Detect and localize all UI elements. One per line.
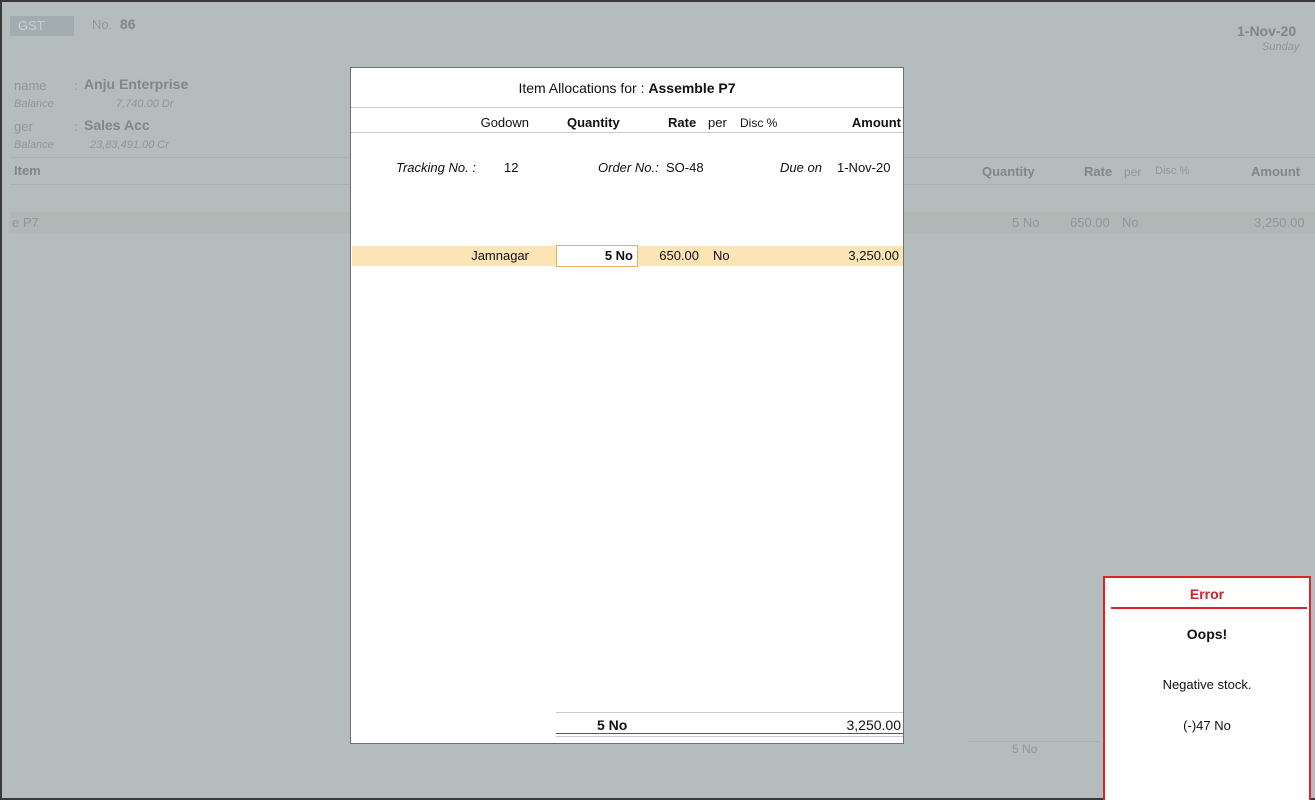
party-sep: : [74, 78, 78, 93]
party-name[interactable]: Anju Enterprise [84, 76, 188, 92]
balance-value-2: 23,83,491.00 Cr [90, 139, 169, 151]
total-quantity: 5 No [597, 717, 628, 733]
row-rate[interactable]: 650.00 [651, 248, 699, 263]
tracking-label: Tracking No. : [396, 160, 476, 175]
total-amount: 3,250.00 [846, 717, 902, 733]
dialog-title-item: Assemble P7 [648, 80, 736, 96]
voucher-type-badge: GST [10, 16, 74, 36]
error-title-rule [1111, 607, 1307, 609]
due-label: Due on [780, 160, 822, 175]
row-amount[interactable]: 3,250.00 [821, 248, 899, 263]
col-header-disc: Disc % [740, 116, 778, 130]
bg-col-quantity: Quantity [982, 164, 1035, 179]
order-value: SO-48 [666, 160, 704, 175]
voucher-no-label: No. [92, 17, 113, 32]
bg-col-rate: Rate [1084, 164, 1113, 179]
col-header-quantity: Quantity [567, 115, 620, 130]
bg-row-rate: 650.00 [1070, 215, 1110, 230]
col-header-amount: Amount [851, 115, 901, 130]
dialog-title-prefix: Item Allocations for : [518, 80, 649, 96]
error-message: Negative stock. [1162, 677, 1252, 692]
ledger-sep: : [74, 119, 78, 134]
voucher-day: Sunday [1262, 41, 1300, 53]
bg-row-qty: 5 No [1012, 215, 1040, 230]
due-value: 1-Nov-20 [837, 160, 891, 175]
total-rule-double [556, 736, 903, 737]
total-rule-top [556, 712, 903, 713]
bg-col-item: Item [14, 163, 41, 178]
total-rule-bottom [556, 733, 903, 734]
error-title: Error [1189, 586, 1225, 602]
voucher-date: 1-Nov-20 [1237, 23, 1297, 39]
row-godown[interactable]: Jamnagar [441, 248, 529, 263]
balance-value-1: 7,740.00 Dr [116, 98, 174, 110]
header-rule [351, 132, 903, 133]
bg-col-amount: Amount [1251, 164, 1301, 179]
balance-label-1: Balance [14, 98, 54, 110]
col-header-rate: Rate [668, 115, 697, 130]
balance-label-2: Balance [14, 139, 54, 151]
bg-row-per: No [1122, 215, 1139, 230]
error-heading: Oops! [1186, 626, 1228, 642]
bg-total-qty: 5 No [1012, 742, 1038, 756]
item-allocations-dialog: Item Allocations for : Assemble P7 Godow… [350, 67, 904, 744]
col-header-per: per [708, 115, 727, 130]
bg-col-per: per [1124, 165, 1142, 179]
order-label: Order No.: [598, 160, 659, 175]
row-quantity[interactable]: 5 No [556, 248, 633, 263]
dialog-title: Item Allocations for : Assemble P7 [351, 80, 903, 96]
party-label: name [14, 78, 47, 93]
bg-row-item[interactable]: e P7 [12, 215, 39, 230]
row-per[interactable]: No [713, 248, 730, 263]
col-header-godown: Godown [480, 115, 529, 130]
error-detail: (-)47 No [1183, 718, 1231, 733]
error-dialog[interactable]: Error Oops! Negative stock. (-)47 No [1103, 576, 1311, 800]
title-rule [351, 107, 903, 108]
ledger-label: ger [14, 119, 33, 134]
sales-ledger[interactable]: Sales Acc [84, 117, 150, 133]
tracking-value: 12 [504, 160, 519, 175]
bg-col-disc: Disc % [1155, 165, 1190, 177]
voucher-no: 86 [120, 16, 136, 32]
bg-row-amount: 3,250.00 [1254, 215, 1305, 230]
